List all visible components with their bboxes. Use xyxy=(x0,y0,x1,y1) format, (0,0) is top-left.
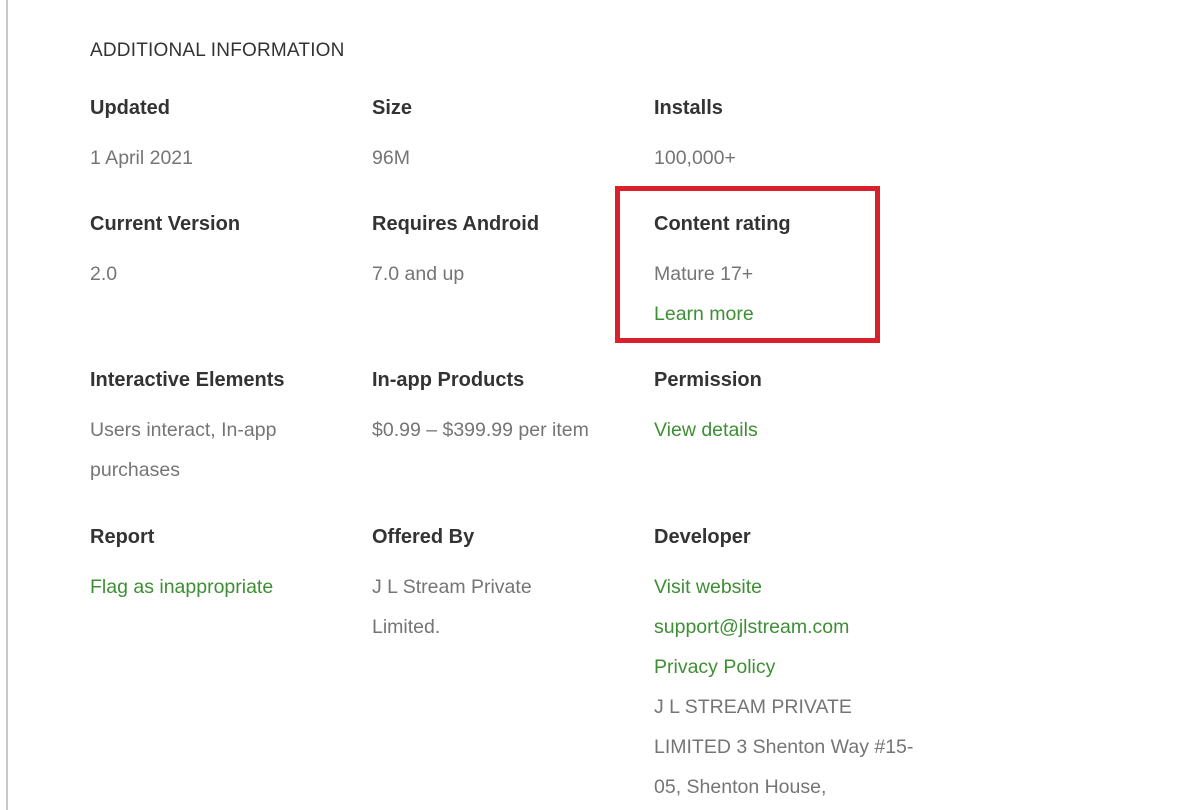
permission-label: Permission xyxy=(654,369,762,391)
developer-label: Developer xyxy=(654,526,751,548)
installs-label: Installs xyxy=(654,97,723,119)
requires-android-value: 7.0 and up xyxy=(372,263,465,285)
interactive-elements-value: Users interact, In-app purchases xyxy=(90,419,277,481)
in-app-products-value: $0.99 – $399.99 per item xyxy=(372,419,589,441)
content-rating-cell: Content rating Mature 17+ Learn more xyxy=(654,210,916,334)
updated-value: 1 April 2021 xyxy=(90,147,193,169)
developer-email-link[interactable]: support@jlstream.com xyxy=(654,616,849,638)
visit-website-link[interactable]: Visit website xyxy=(654,576,762,598)
report-label: Report xyxy=(90,526,155,548)
requires-android-cell: Requires Android 7.0 and up xyxy=(372,210,634,294)
left-divider xyxy=(6,0,8,810)
content-rating-value: Mature 17+ xyxy=(654,263,754,285)
interactive-elements-cell: Interactive Elements Users interact, In-… xyxy=(90,366,340,490)
interactive-elements-label: Interactive Elements xyxy=(90,369,285,391)
content-rating-label: Content rating xyxy=(654,213,791,235)
offered-by-label: Offered By xyxy=(372,526,475,548)
installs-value: 100,000+ xyxy=(654,147,736,169)
privacy-policy-link[interactable]: Privacy Policy xyxy=(654,656,775,678)
report-cell: Report Flag as inappropriate xyxy=(90,523,352,607)
size-cell: Size 96M xyxy=(372,94,634,178)
in-app-products-cell: In-app Products $0.99 – $399.99 per item xyxy=(372,366,634,450)
offered-by-cell: Offered By J L Stream Private Limited. xyxy=(372,523,592,647)
updated-cell: Updated 1 April 2021 xyxy=(90,94,352,178)
permission-cell: Permission View details xyxy=(654,366,916,450)
installs-cell: Installs 100,000+ xyxy=(654,94,916,178)
developer-cell: Developer Visit website support@jlstream… xyxy=(654,523,916,807)
in-app-products-label: In-app Products xyxy=(372,369,525,391)
content-rating-learn-more-link[interactable]: Learn more xyxy=(654,303,754,325)
size-label: Size xyxy=(372,97,413,119)
permission-view-details-link[interactable]: View details xyxy=(654,419,758,441)
developer-address: J L STREAM PRIVATE LIMITED 3 Shenton Way… xyxy=(654,696,914,798)
current-version-cell: Current Version 2.0 xyxy=(90,210,352,294)
offered-by-value: J L Stream Private Limited. xyxy=(372,576,532,638)
flag-inappropriate-link[interactable]: Flag as inappropriate xyxy=(90,576,273,598)
current-version-label: Current Version xyxy=(90,213,241,235)
updated-label: Updated xyxy=(90,97,170,119)
additional-info-page: ADDITIONAL INFORMATION Updated 1 April 2… xyxy=(0,0,1200,810)
current-version-value: 2.0 xyxy=(90,263,118,285)
requires-android-label: Requires Android xyxy=(372,213,540,235)
section-title: ADDITIONAL INFORMATION xyxy=(90,40,345,61)
size-value: 96M xyxy=(372,147,410,169)
